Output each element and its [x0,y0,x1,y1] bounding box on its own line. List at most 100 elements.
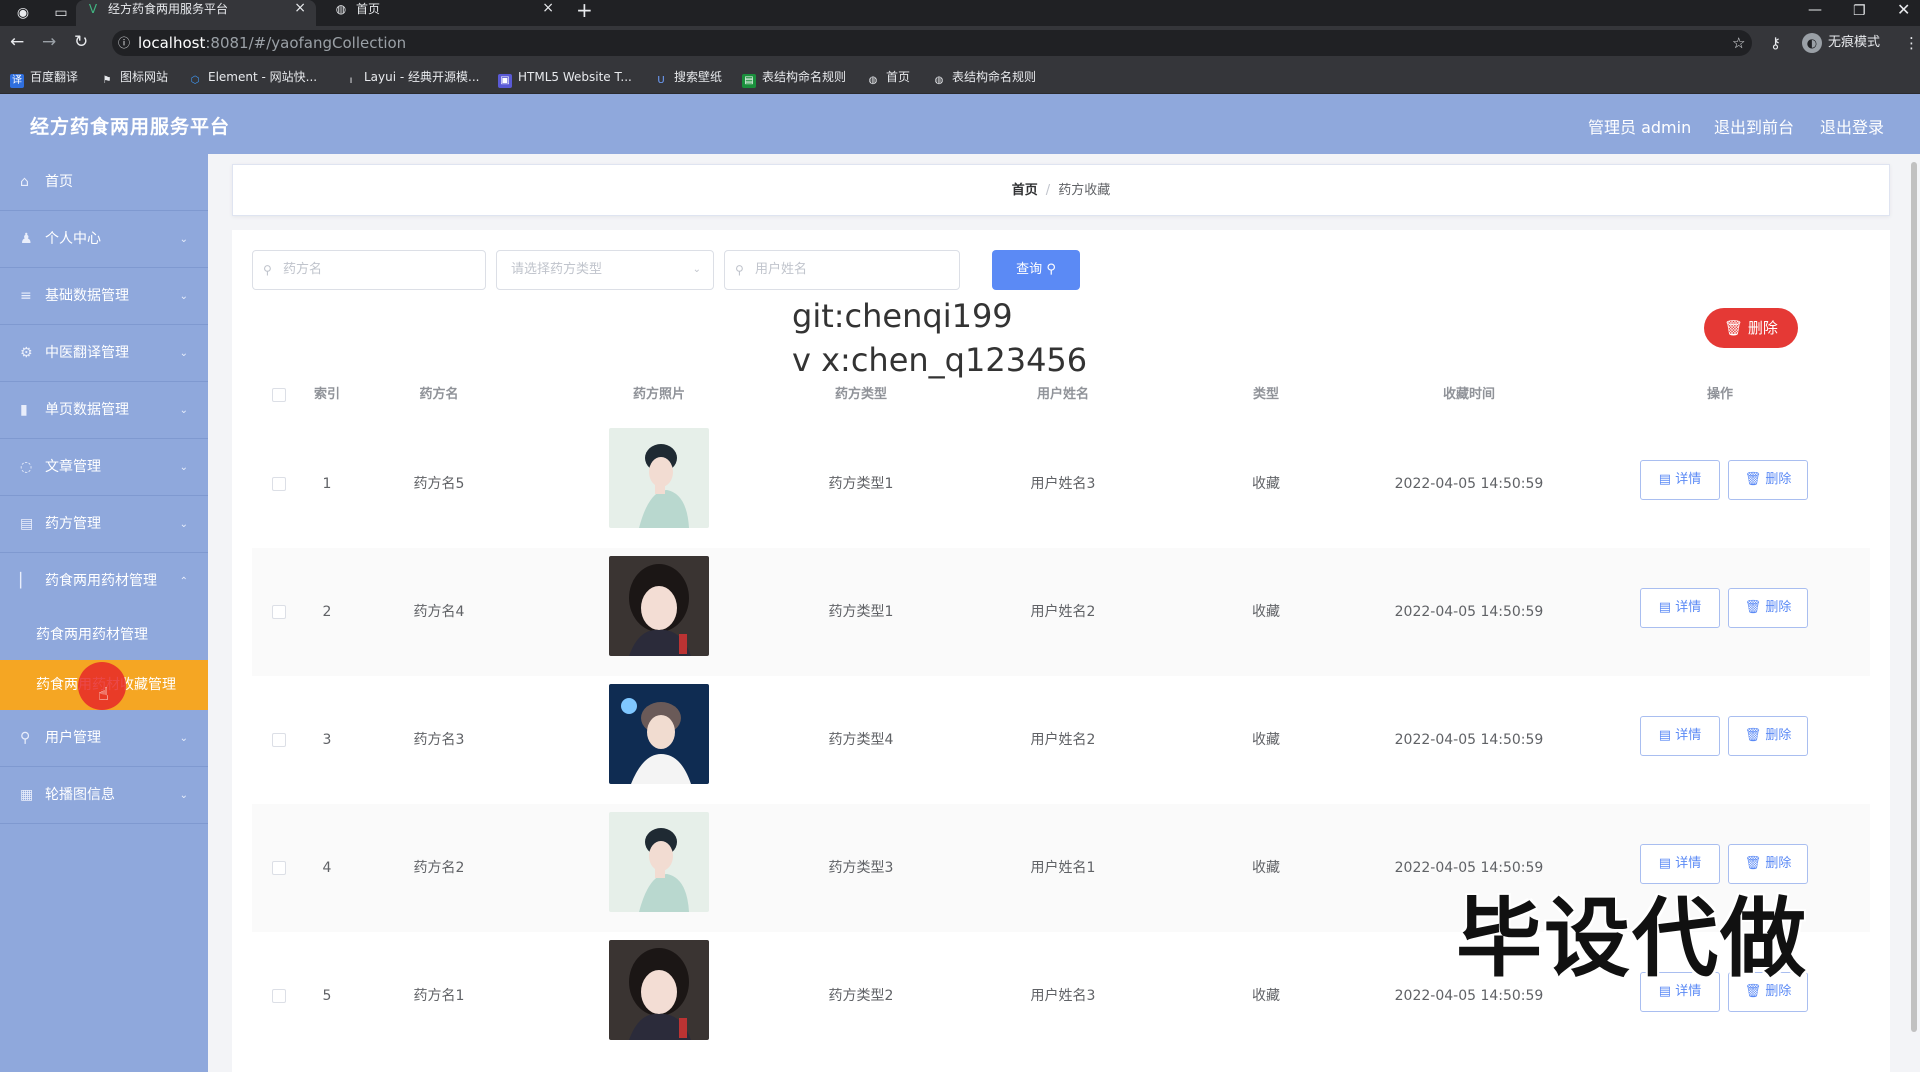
reload-icon[interactable]: ↻ [74,32,88,52]
search-icon: ⚲ [263,263,272,277]
sidebar-item-label: 个人中心 [45,231,101,247]
query-button[interactable]: 查询 ⚲ [992,250,1080,290]
column-header: 药方名 [419,387,459,402]
tab-title: 首页 [356,2,381,16]
breadcrumb: 首页 / 药方收藏 [232,164,1890,216]
pin-icon: ⚲ [20,730,31,746]
logout-link[interactable]: 退出登录 [1820,114,1884,138]
forward-icon[interactable]: → [42,32,56,52]
bookmark-label: HTML5 Website T... [518,70,632,84]
back-icon[interactable]: ← [10,32,24,52]
bookmark-item[interactable]: ▣ HTML5 Website T... [498,68,632,88]
breadcrumb-home[interactable]: 首页 [1012,183,1038,198]
detail-button[interactable]: ▤ 详情 [1640,588,1720,628]
cell-prescription-name: 药方名1 [413,988,465,1004]
sidebar-item-label: 首页 [45,174,73,190]
scrollbar-thumb[interactable] [1911,162,1917,1032]
sidebar-item-herbs[interactable]: ▏ 药食两用药材管理 ⌃ [0,553,208,610]
cell-index: 2 [322,604,332,620]
search-icon: ⚲ [1046,262,1056,277]
sidebar-item-articles[interactable]: ◌ 文章管理 ⌄ [0,439,208,496]
cell-kind: 收藏 [1252,732,1280,748]
bookmark-item[interactable]: ı Layui - 经典开源模... [344,68,480,86]
star-icon[interactable]: ☆ [1732,33,1745,53]
document-icon: ▤ [1658,600,1672,615]
bookmark-item[interactable]: ▤ 表结构命名规则 [742,68,846,88]
close-tab-icon[interactable]: × [294,0,306,16]
delete-button[interactable]: 🗑 删除 [1728,460,1808,500]
url-field[interactable]: ⓘ localhost:8081/#/yaofangCollection [112,30,1752,56]
settings-icon: ⚙ [20,345,33,361]
close-window-icon[interactable]: ✕ [1897,2,1910,18]
table-icon: ▤ [742,74,756,88]
window-icon[interactable]: ▭ [52,4,70,22]
row-checkbox[interactable] [272,989,286,1003]
chevron-down-icon: ⌄ [179,733,188,744]
select-all-checkbox[interactable] [272,388,286,402]
bookmark-label: Element - 网站快... [208,70,318,84]
column-header: 操作 [1706,387,1734,402]
sidebar-item-profile[interactable]: ♟ 个人中心 ⌄ [0,211,208,268]
sidebar-item-carousel[interactable]: ▦ 轮播图信息 ⌄ [0,767,208,824]
column-header: 药方照片 [632,387,686,402]
cell-kind: 收藏 [1252,476,1280,492]
incognito-indicator[interactable]: ◐ 无痕模式 [1802,32,1880,54]
minimize-icon[interactable]: — [1808,3,1822,17]
row-checkbox[interactable] [272,733,286,747]
prescription-name-input[interactable]: ⚲ 药方名 [252,250,486,290]
document-icon: ▤ [1658,472,1672,487]
bookmark-item[interactable]: ◍ 表结构命名规则 [932,68,1036,86]
row-checkbox[interactable] [272,861,286,875]
sidebar-item-tcm-translation[interactable]: ⚙ 中医翻译管理 ⌄ [0,325,208,382]
globe-icon: ◍ [934,75,944,86]
back-to-frontend-link[interactable]: 退出到前台 [1714,114,1794,138]
globe-icon: ◍ [335,2,347,16]
tab-app[interactable]: V 经方药食两用服务平台 × [76,0,316,26]
key-icon[interactable]: ⚷ [1770,33,1781,53]
column-header: 药方类型 [834,387,888,402]
user-name-input[interactable]: ⚲ 用户姓名 [724,250,960,290]
home-icon: ⌂ [20,174,29,190]
bookmark-label: 表结构命名规则 [952,70,1037,84]
delete-label: 删除 [1765,728,1792,743]
info-icon[interactable]: ⓘ [118,30,130,56]
sidebar-subitem-herbs[interactable]: 药食两用药材管理 [0,610,208,660]
browser-tab-strip: ◉ ▭ V 经方药食两用服务平台 × ◍ 首页 × + — ❐ ✕ [0,0,1920,26]
prescription-photo [609,428,709,528]
sidebar-item-basic-data[interactable]: ≡ 基础数据管理 ⌄ [0,268,208,325]
detail-label: 详情 [1675,472,1702,487]
delete-button[interactable]: 🗑 删除 [1728,716,1808,756]
page-scrollbar[interactable] [1908,154,1920,1072]
delete-button[interactable]: 🗑 删除 [1728,588,1808,628]
restore-icon[interactable]: ❐ [1853,4,1866,18]
tab-home[interactable]: ◍ 首页 × [324,0,564,26]
more-menu-icon[interactable]: ⋮ [1904,33,1919,53]
browser-menu-icon[interactable]: ◉ [14,4,32,22]
close-tab-icon[interactable]: × [542,0,554,16]
bookmark-item[interactable]: ⬡ Element - 网站快... [188,68,317,86]
bookmark-item[interactable]: ⚑ 图标网站 [100,68,169,86]
detail-button[interactable]: ▤ 详情 [1640,716,1720,756]
new-tab-icon[interactable]: + [576,0,593,22]
sidebar-item-single-page[interactable]: ▮ 单页数据管理 ⌄ [0,382,208,439]
sidebar-item-label: 轮播图信息 [45,787,115,803]
app-header: 经方药食两用服务平台 管理员 admin 退出到前台 退出登录 [0,94,1920,154]
input-placeholder: 用户姓名 [755,262,808,277]
sidebar-item-home[interactable]: ⌂ 首页 [0,154,208,211]
cell-prescription-type: 药方类型2 [828,988,894,1004]
circle-icon: ◌ [20,459,33,475]
batch-delete-button[interactable]: 🗑 删除 [1704,308,1798,348]
bookmark-item[interactable]: 译百度翻译 [10,68,78,88]
bookmark-label: 首页 [886,70,911,84]
prescription-type-select[interactable]: 请选择药方类型 ⌄ [496,250,714,290]
url-host: localhost [138,34,206,52]
row-checkbox[interactable] [272,477,286,491]
bookmark-item[interactable]: ◍ 首页 [866,68,910,86]
bookmark-item[interactable]: U 搜索壁纸 [654,68,722,86]
image-icon: ▦ [20,787,34,803]
wallpaper-icon: U [657,75,665,86]
row-checkbox[interactable] [272,605,286,619]
sidebar-item-prescriptions[interactable]: ▤ 药方管理 ⌄ [0,496,208,553]
sidebar-item-users[interactable]: ⚲ 用户管理 ⌄ [0,710,208,767]
detail-button[interactable]: ▤ 详情 [1640,460,1720,500]
